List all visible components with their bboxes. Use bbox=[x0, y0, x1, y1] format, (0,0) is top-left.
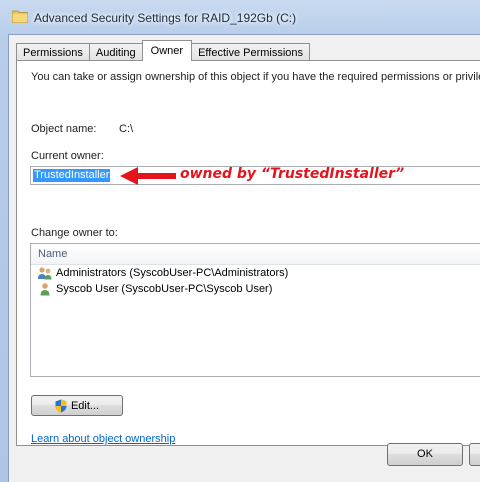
tab-auditing[interactable]: Auditing bbox=[88, 43, 143, 61]
intro-text: You can take or assign ownership of this… bbox=[31, 71, 480, 83]
cancel-button[interactable] bbox=[469, 443, 480, 466]
title-bar: Advanced Security Settings for RAID_192G… bbox=[0, 0, 480, 34]
shield-icon bbox=[55, 399, 67, 412]
folder-icon bbox=[12, 10, 28, 23]
edit-button-label: Edit... bbox=[70, 399, 100, 412]
user-icon bbox=[40, 283, 50, 296]
group-icon bbox=[38, 267, 52, 280]
tab-permissions[interactable]: Permissions bbox=[16, 43, 90, 61]
annotation-text: owned by “TrustedInstaller” bbox=[180, 166, 405, 182]
advanced-security-window: Advanced Security Settings for RAID_192G… bbox=[0, 0, 480, 482]
owner-list[interactable]: Name Administrators (SyscobUser-PC\Admin… bbox=[30, 243, 480, 377]
tab-effective-permissions[interactable]: Effective Permissions bbox=[191, 43, 311, 61]
edit-button[interactable]: Edit... bbox=[31, 395, 123, 416]
current-owner-label: Current owner: bbox=[31, 150, 104, 162]
list-item-administrators[interactable]: Administrators (SyscobUser-PC\Administra… bbox=[31, 265, 480, 281]
tab-owner[interactable]: Owner bbox=[141, 40, 193, 61]
window-title: Advanced Security Settings for RAID_192G… bbox=[34, 11, 297, 25]
annotation-arrow bbox=[120, 167, 176, 185]
list-item-label: Syscob User (SyscobUser-PC\Syscob User) bbox=[56, 283, 273, 295]
list-item-label: Administrators (SyscobUser-PC\Administra… bbox=[56, 267, 289, 279]
object-name-value: C:\ bbox=[119, 123, 134, 135]
list-item-syscob-user[interactable]: Syscob User (SyscobUser-PC\Syscob User) bbox=[31, 281, 480, 297]
owner-tab-panel: You can take or assign ownership of this… bbox=[16, 60, 480, 446]
list-header-name[interactable]: Name bbox=[31, 244, 480, 265]
current-owner-value: TrustedInstaller bbox=[33, 169, 111, 182]
tab-strip: Permissions Auditing Owner Effective Per… bbox=[16, 39, 311, 61]
change-owner-label: Change owner to: bbox=[31, 227, 118, 239]
ok-button[interactable]: OK bbox=[387, 443, 463, 466]
dialog-client-area: Permissions Auditing Owner Effective Per… bbox=[8, 34, 480, 482]
learn-ownership-link[interactable]: Learn about object ownership bbox=[31, 433, 175, 445]
object-name-label: Object name: bbox=[31, 123, 97, 135]
